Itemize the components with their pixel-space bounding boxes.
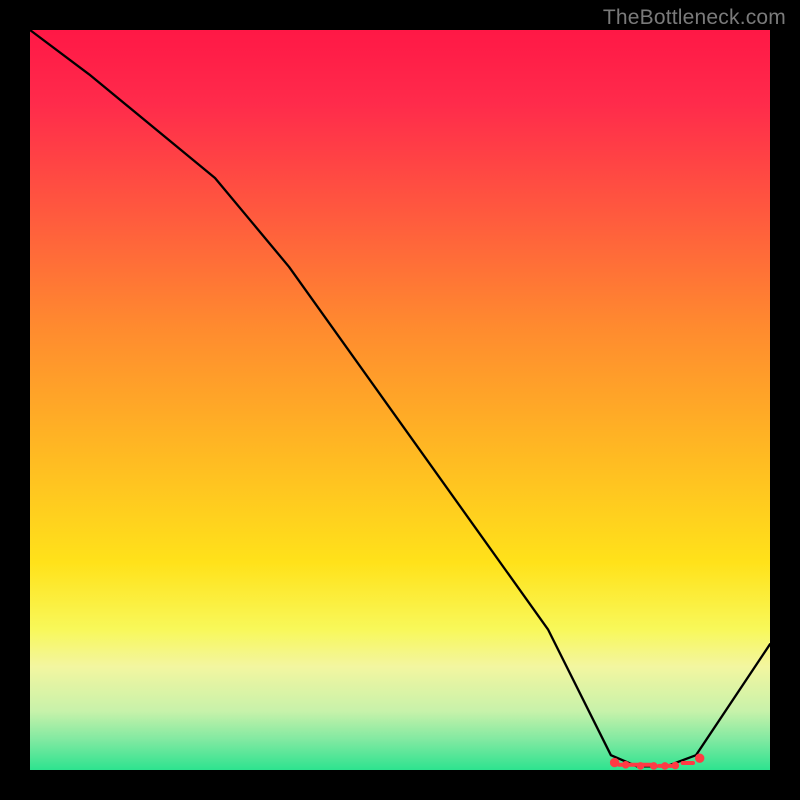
highlight-dot (662, 763, 669, 770)
highlight-dot (672, 762, 679, 769)
highlight-dot (696, 754, 704, 762)
highlight-dot (622, 762, 629, 769)
highlight-dot (610, 758, 618, 766)
chart-stage: TheBottleneck.com (0, 0, 800, 800)
series-curve (30, 30, 770, 766)
chart-overlay (30, 30, 770, 770)
highlight-dot (637, 763, 644, 770)
watermark-text: TheBottleneck.com (603, 6, 786, 30)
highlight-dot (651, 763, 658, 770)
